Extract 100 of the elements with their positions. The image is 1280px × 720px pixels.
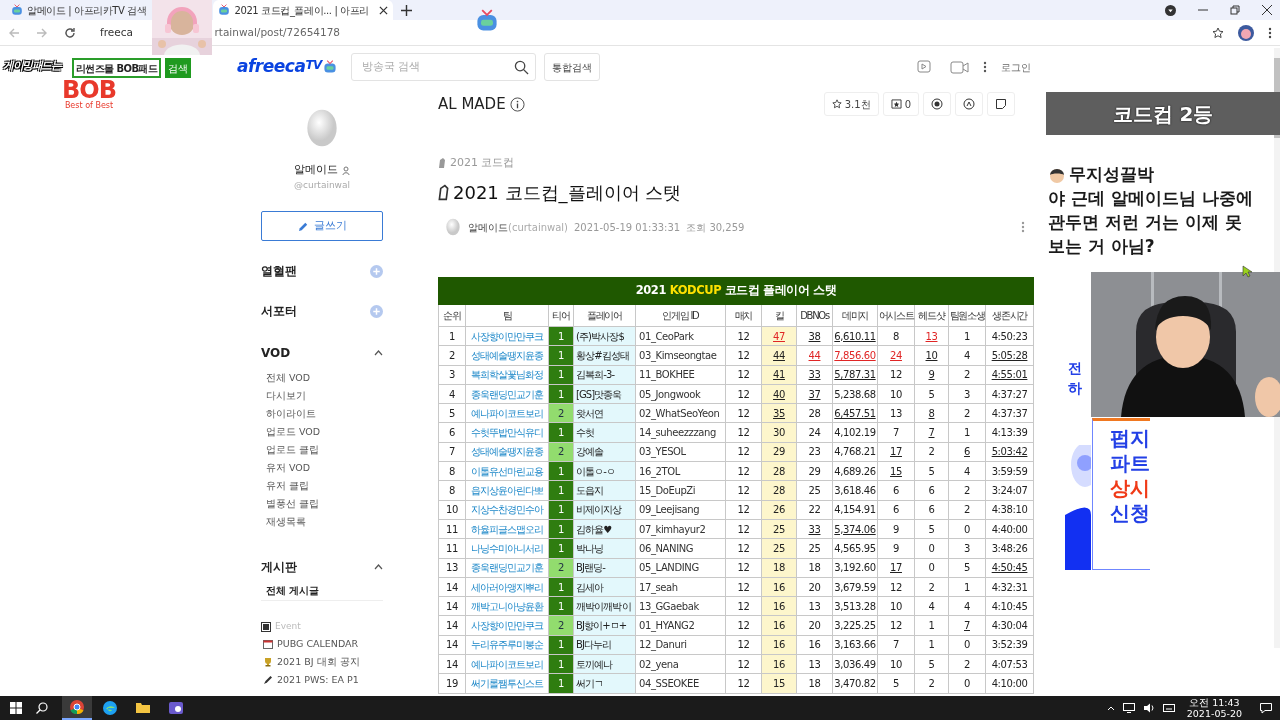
table-cell: 3,618.46 — [832, 480, 878, 501]
sidebar-item[interactable]: 다시보기 — [261, 387, 383, 405]
caption-banner: 코드컵 2등 — [1046, 92, 1280, 135]
address-bar[interactable]: freeca rtainwal/post/72654178 — [96, 21, 345, 44]
table-cell: 7 — [877, 635, 915, 655]
author-name[interactable]: 알메이드(curtainwal) — [468, 219, 568, 235]
sidebar-item[interactable]: 유저 클립 — [261, 477, 383, 495]
sidebar-item[interactable]: 재생목록 — [261, 513, 383, 531]
author-avatar — [444, 217, 462, 237]
sidebar-link[interactable]: 2021 PWS: EA P1 — [261, 671, 383, 689]
app-icon[interactable] — [168, 700, 184, 716]
close-icon[interactable] — [1262, 5, 1272, 15]
table-cell: 2 — [948, 500, 986, 520]
avatar-icon[interactable] — [1238, 24, 1254, 41]
table-cell: 1 — [948, 423, 986, 443]
sidebar-item[interactable]: 별풍선 클립 — [261, 495, 383, 513]
table-cell: 깨박고니아냥윤환 — [465, 596, 549, 616]
chevron-icon[interactable] — [374, 350, 383, 356]
search-icon[interactable] — [513, 59, 529, 75]
chevron-up-icon[interactable] — [1106, 705, 1115, 711]
like-button[interactable]: 3.1천 — [823, 92, 879, 116]
search-button[interactable]: 통합검색 — [543, 53, 600, 81]
table-cell: 4:50:45 — [985, 558, 1034, 578]
table-cell: 3 — [948, 384, 986, 404]
table-cell: 6 — [438, 423, 466, 443]
table-cell: 12 — [725, 635, 762, 655]
sidebar-item[interactable]: 하이라이트 — [261, 405, 383, 423]
volume-icon[interactable] — [1142, 703, 1155, 713]
network-icon[interactable] — [1122, 703, 1135, 713]
star-icon[interactable] — [1212, 26, 1224, 39]
table-cell: 4,154.91 — [832, 500, 878, 520]
icon-button[interactable] — [987, 92, 1015, 116]
profile-menu-icon[interactable] — [1165, 4, 1176, 16]
login-link[interactable]: 로그인 — [1001, 59, 1031, 75]
table-cell: 11_BOKHEE — [635, 365, 726, 385]
sidebar-link[interactable]: 2021 BJ 대회 공지 — [261, 653, 383, 671]
video-camera-icon[interactable] — [950, 60, 969, 74]
info-icon[interactable] — [509, 96, 525, 112]
write-button[interactable]: 글쓰기 — [261, 211, 383, 241]
table-cell: 29 — [796, 461, 833, 481]
video-add-icon[interactable] — [917, 60, 932, 74]
table-cell: 0 — [948, 673, 986, 694]
channel-name: 알메이드 — [294, 162, 338, 178]
sidebar-item[interactable]: 유저 VOD — [261, 459, 383, 477]
table-cell: 13 — [796, 654, 833, 674]
restore-icon[interactable] — [1230, 5, 1240, 15]
column-header: 데미지 — [832, 304, 878, 327]
icon-button[interactable] — [923, 92, 951, 116]
chrome-icon[interactable] — [69, 699, 85, 715]
table-cell: 지상수찬경민수아 — [465, 500, 549, 520]
folder-icon[interactable] — [135, 700, 151, 716]
table-cell: 10 — [914, 345, 949, 366]
table-cell: 12 — [725, 673, 762, 694]
chevron-icon[interactable] — [374, 564, 383, 570]
ad-headline: 파트 — [1110, 452, 1150, 475]
table-cell: 3,192.60 — [832, 558, 878, 578]
table-cell: 25 — [796, 538, 833, 559]
table-cell: 1 — [948, 577, 986, 597]
user-icon — [342, 165, 350, 175]
table-cell: 3:48:26 — [985, 538, 1034, 559]
sidebar-item[interactable]: 업로드 VOD — [261, 423, 383, 441]
sidebar-item[interactable]: 전체 VOD — [261, 369, 383, 387]
new-tab-icon[interactable] — [400, 5, 412, 16]
icon-button[interactable] — [955, 92, 983, 116]
keyboard-icon[interactable] — [1162, 703, 1175, 713]
reload-icon[interactable] — [64, 26, 76, 39]
browser-icon[interactable] — [102, 700, 118, 716]
search-icon[interactable] — [36, 702, 48, 714]
table-cell: 14 — [438, 615, 466, 636]
table-cell: 3,225.25 — [832, 615, 878, 636]
table-cell: 성태예술땡지윤종 — [465, 442, 549, 462]
table-cell: 01_HYANG2 — [635, 615, 726, 636]
browser-tab[interactable]: 2021 코드컵_플레이... | 아프리 — [213, 0, 393, 20]
table-cell: 17_seah — [635, 577, 726, 597]
windows-icon[interactable] — [10, 702, 22, 714]
table-cell: 세아러아앵지뿌리 — [465, 577, 549, 597]
table-cell: 12 — [877, 365, 915, 385]
channel-handle: @curtainwal — [293, 178, 351, 192]
more-icon[interactable] — [1268, 26, 1272, 39]
sidebar-link[interactable]: PUBG CALENDAR — [261, 635, 383, 653]
table-cell: 24 — [877, 345, 915, 366]
follow-button[interactable]: 0 — [882, 92, 919, 116]
column-header: 생존시간 — [985, 304, 1034, 327]
table-cell: 12 — [725, 558, 762, 578]
table-cell: 2 — [948, 654, 986, 674]
section-title: 열혈팬 — [261, 263, 297, 280]
notification-icon[interactable] — [1260, 702, 1272, 714]
more-icon[interactable] — [983, 61, 987, 73]
sidebar-item[interactable]: 업로드 클립 — [261, 441, 383, 459]
table-cell: 07_kimhayur2 — [635, 519, 726, 539]
table-cell: 0 — [948, 519, 986, 539]
table-cell: 4,565.95 — [832, 538, 878, 559]
table-cell: 4,102.19 — [832, 423, 878, 443]
browser-tab[interactable]: 알메이드 | 아프리카TV 검색 — [6, 0, 152, 20]
sidebar-item[interactable]: 전체 게시글 — [261, 583, 383, 601]
table-cell: 10 — [877, 384, 915, 404]
close-icon[interactable] — [378, 5, 388, 15]
table-cell: 종욱랜딩민교기훈 — [465, 558, 549, 578]
table-cell: 4,689.26 — [832, 461, 878, 481]
taskbar-clock[interactable]: 오전 11:43 2021-05-20 — [1186, 697, 1242, 719]
